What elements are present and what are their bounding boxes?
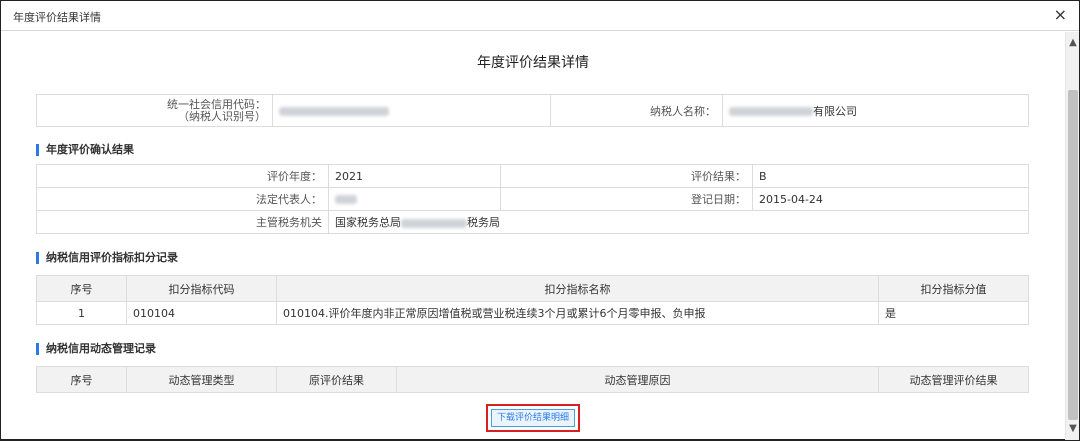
reg-date-value: 2015-04-24 <box>752 187 1029 211</box>
scroll-up-icon[interactable]: ▲ <box>1068 38 1078 48</box>
section-heading-dynamic: 纳税信用动态管理记录 <box>36 343 156 355</box>
column-header: 序号 <box>36 366 127 393</box>
dialog-title: 年度评价结果详情 <box>13 11 101 24</box>
deduction-name: 010104.评价年度内非正常原因增值税或营业税连续3个月或累计6个月零申报、负… <box>276 301 879 325</box>
tax-authority-label: 主管税务机关 <box>36 210 329 234</box>
column-header: 动态管理类型 <box>126 366 277 393</box>
column-header: 扣分指标名称 <box>276 275 879 302</box>
reg-date-label: 登记日期： <box>500 187 753 211</box>
column-header: 序号 <box>36 275 127 302</box>
download-button[interactable]: 下载评价结果明细 <box>491 409 575 427</box>
dialog-titlebar: 年度评价结果详情 × <box>1 1 1079 31</box>
eval-result-value: B <box>752 164 1029 188</box>
eval-year-value: 2021 <box>328 164 501 188</box>
page-title: 年度评价结果详情 <box>477 55 589 71</box>
tax-authority-value: 国家税务总局 税务局 <box>328 210 1029 234</box>
column-header: 原评价结果 <box>276 366 397 393</box>
deduction-code: 010104 <box>126 301 277 325</box>
scrollbar-thumb[interactable] <box>1068 90 1078 420</box>
credit-code-label: 统一社会信用代码： （纳税人识别号） <box>36 94 273 127</box>
legal-rep-label: 法定代表人： <box>36 187 329 211</box>
section-heading-deduction: 纳税信用评价指标扣分记录 <box>36 252 178 264</box>
column-header: 动态管理原因 <box>396 366 879 393</box>
scroll-down-icon[interactable]: ▼ <box>1068 424 1078 434</box>
column-header: 扣分指标代码 <box>126 275 277 302</box>
column-header: 动态管理评价结果 <box>878 366 1029 393</box>
eval-result-label: 评价结果： <box>500 164 753 188</box>
taxpayer-name-label: 纳税人名称： <box>550 94 723 127</box>
column-header: 扣分指标分值 <box>878 275 1029 302</box>
close-icon[interactable]: × <box>1054 6 1067 24</box>
download-button-highlight: 下载评价结果明细 <box>486 404 580 432</box>
dynamic-table: 序号 动态管理类型 原评价结果 动态管理原因 动态管理评价结果 <box>36 366 1029 393</box>
taxpayer-name-value: 有限公司 <box>722 94 1029 127</box>
eval-year-label: 评价年度： <box>36 164 329 188</box>
credit-code-value <box>272 94 551 127</box>
dialog-window: 年度评价结果详情 × 年度评价结果详情 统一社会信用代码： （纳税人识别号） 纳… <box>0 0 1080 441</box>
row-number: 1 <box>36 301 127 325</box>
confirm-result-table: 评价年度： 2021 评价结果： B 法定代表人： 登记日期： 2015-04-… <box>36 164 1029 234</box>
deduction-score: 是 <box>878 301 1029 325</box>
dialog-content: 年度评价结果详情 统一社会信用代码： （纳税人识别号） 纳税人名称： 有限公司 … <box>1 32 1065 440</box>
table-row: 1 010104 010104.评价年度内非正常原因增值税或营业税连续3个月或累… <box>36 301 1029 325</box>
section-heading-confirm: 年度评价确认结果 <box>36 144 134 156</box>
vertical-scrollbar[interactable]: ▲ ▼ <box>1065 32 1079 440</box>
taxpayer-info-table: 统一社会信用代码： （纳税人识别号） 纳税人名称： 有限公司 <box>36 94 1029 127</box>
legal-rep-value <box>328 187 501 211</box>
deduction-table: 序号 扣分指标代码 扣分指标名称 扣分指标分值 1 010104 010104.… <box>36 275 1029 325</box>
